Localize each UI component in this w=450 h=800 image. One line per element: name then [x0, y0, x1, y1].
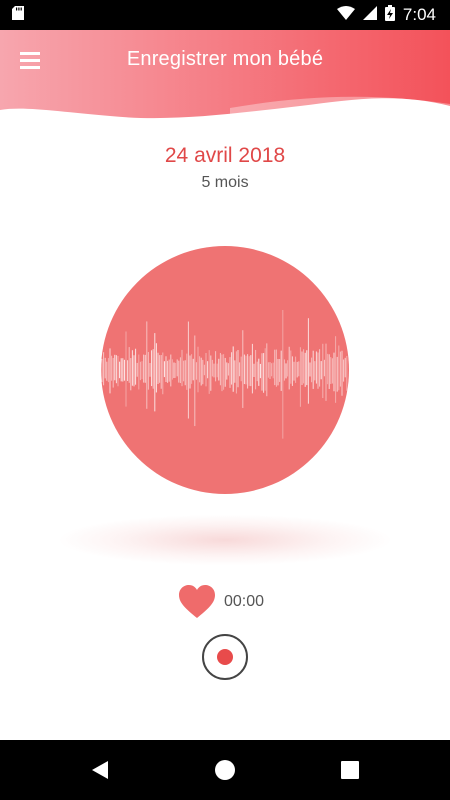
baby-age: 5 mois: [201, 174, 249, 191]
header-wave-background: [0, 30, 450, 119]
home-icon: [215, 760, 235, 780]
sd-card-icon: [12, 5, 24, 25]
home-button[interactable]: [213, 758, 237, 782]
back-button[interactable]: [88, 758, 112, 782]
cell-signal-icon: [362, 5, 377, 25]
system-nav-bar: [0, 740, 450, 800]
heart-icon: [179, 585, 215, 618]
recents-icon: [341, 761, 359, 779]
status-bar: 7:04: [0, 0, 450, 30]
record-button[interactable]: [202, 634, 248, 680]
recents-button[interactable]: [338, 758, 362, 782]
waveform-circle: [100, 245, 350, 495]
page-title: Enregistrer mon bébé: [126, 48, 324, 70]
battery-charging-icon: [384, 4, 395, 26]
app-header: Enregistrer mon bébé: [0, 30, 450, 122]
record-dot-icon: [217, 649, 233, 665]
favorite-button[interactable]: [178, 584, 216, 620]
back-icon: [92, 761, 108, 779]
wifi-icon: [336, 5, 355, 25]
status-time: 7:04: [402, 5, 436, 24]
recording-date: 24 avril 2018: [164, 144, 286, 167]
recording-timer: 00:00: [224, 593, 265, 610]
playback-controls: 00:00: [0, 584, 450, 624]
circle-shadow: [60, 515, 390, 565]
